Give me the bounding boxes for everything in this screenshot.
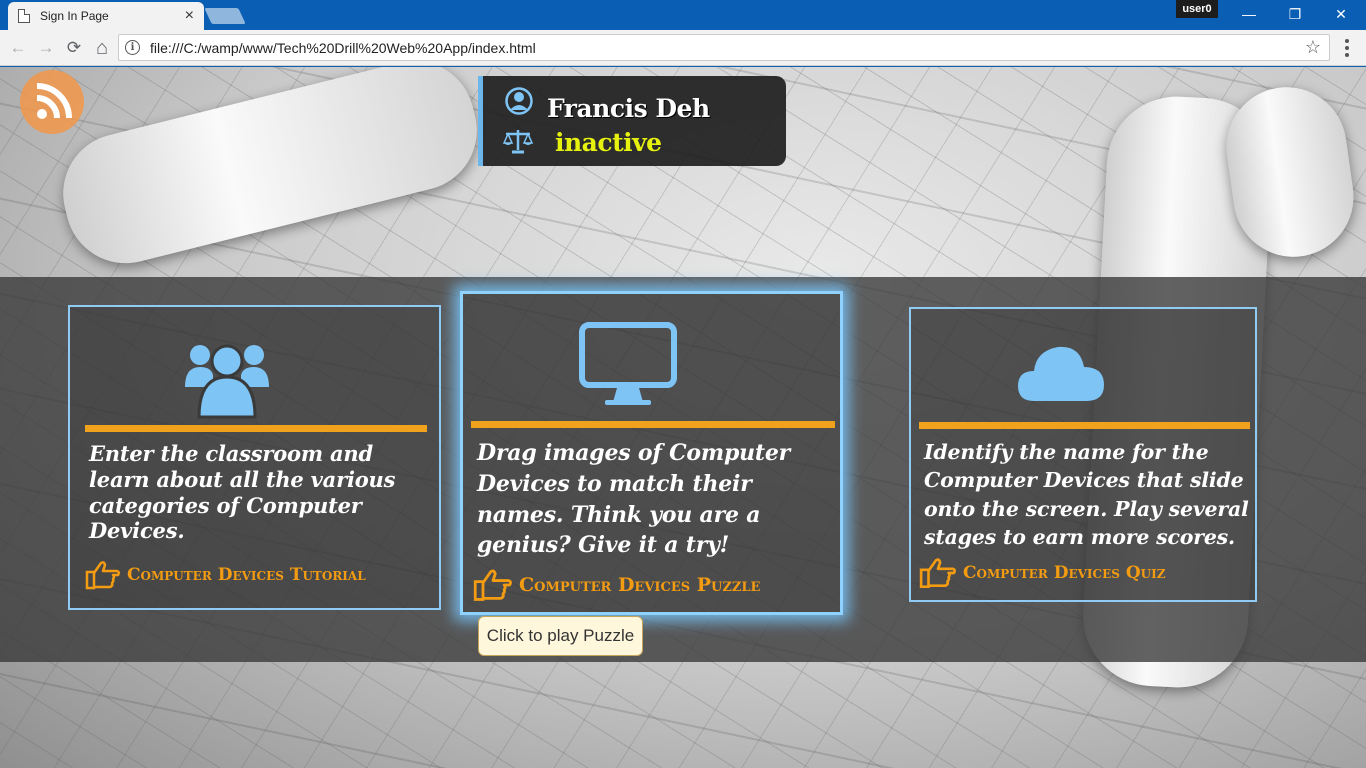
user-name: Francis Deh bbox=[547, 94, 710, 123]
hand-pointer-icon bbox=[473, 569, 512, 601]
browser-tab[interactable]: Sign In Page × bbox=[8, 2, 204, 30]
quiz-link-label[interactable]: Computer Devices Quiz bbox=[963, 563, 1165, 583]
reload-button[interactable]: ⟳ bbox=[62, 36, 86, 60]
tab-close-icon[interactable]: × bbox=[185, 7, 194, 25]
quiz-link[interactable]: Computer Devices Quiz bbox=[919, 557, 1165, 589]
user-profile-badge[interactable]: user0 bbox=[1176, 0, 1218, 18]
home-button[interactable]: ⌂ bbox=[90, 36, 114, 60]
hand-pointer-icon bbox=[85, 561, 121, 590]
hand-pointer-icon bbox=[919, 558, 956, 589]
new-tab-button[interactable] bbox=[204, 8, 246, 24]
profile-panel: Francis Deh inactive bbox=[478, 76, 786, 166]
page-icon bbox=[18, 9, 30, 23]
restore-button[interactable]: ❐ bbox=[1272, 0, 1318, 28]
info-icon[interactable]: i bbox=[125, 40, 140, 55]
card-divider bbox=[919, 422, 1250, 429]
page-content: Francis Deh inactive Enter the classroom… bbox=[0, 67, 1366, 768]
monitor-icon bbox=[579, 322, 677, 405]
tutorial-link[interactable]: Computer Devices Tutorial bbox=[85, 560, 366, 590]
blueprint-roll bbox=[50, 67, 490, 276]
browser-menu-icon[interactable] bbox=[1340, 38, 1354, 58]
users-icon bbox=[185, 344, 269, 419]
puzzle-link-label[interactable]: Computer Devices Puzzle bbox=[519, 574, 760, 596]
forward-button[interactable]: → bbox=[34, 36, 58, 60]
scale-icon bbox=[503, 130, 533, 154]
browser-toolbar: ← → ⟳ ⌂ i file:///C:/wamp/www/Tech%20Dri… bbox=[0, 30, 1366, 66]
cloud-icon bbox=[1018, 346, 1104, 401]
card-divider bbox=[85, 425, 427, 432]
puzzle-description: Drag images of Computer Devices to match… bbox=[477, 440, 791, 559]
minimize-button[interactable]: — bbox=[1226, 0, 1272, 28]
tab-title: Sign In Page bbox=[40, 9, 109, 23]
tutorial-card[interactable]: Enter the classroom and learn about all … bbox=[68, 305, 441, 610]
puzzle-link[interactable]: Computer Devices Puzzle bbox=[473, 568, 760, 602]
puzzle-card[interactable]: Drag images of Computer Devices to match… bbox=[460, 291, 843, 615]
bookmark-star-icon[interactable]: ☆ bbox=[1305, 37, 1321, 58]
card-divider bbox=[471, 421, 835, 428]
address-bar[interactable]: i file:///C:/wamp/www/Tech%20Drill%20Web… bbox=[118, 34, 1330, 61]
rss-icon[interactable] bbox=[20, 70, 84, 134]
user-status: inactive bbox=[555, 128, 662, 157]
quiz-description: Identify the name for the Computer Devic… bbox=[924, 440, 1249, 549]
back-button[interactable]: ← bbox=[6, 36, 30, 60]
window-close-button[interactable]: ✕ bbox=[1318, 0, 1364, 28]
browser-title-bar: Sign In Page × user0 — ❐ ✕ bbox=[0, 0, 1366, 30]
user-icon bbox=[505, 87, 533, 115]
url-text[interactable]: file:///C:/wamp/www/Tech%20Drill%20Web%2… bbox=[150, 40, 1305, 56]
quiz-card[interactable]: Identify the name for the Computer Devic… bbox=[909, 307, 1257, 602]
tutorial-link-label[interactable]: Computer Devices Tutorial bbox=[127, 565, 366, 585]
tutorial-description: Enter the classroom and learn about all … bbox=[89, 441, 396, 544]
puzzle-tooltip: Click to play Puzzle bbox=[478, 616, 643, 656]
